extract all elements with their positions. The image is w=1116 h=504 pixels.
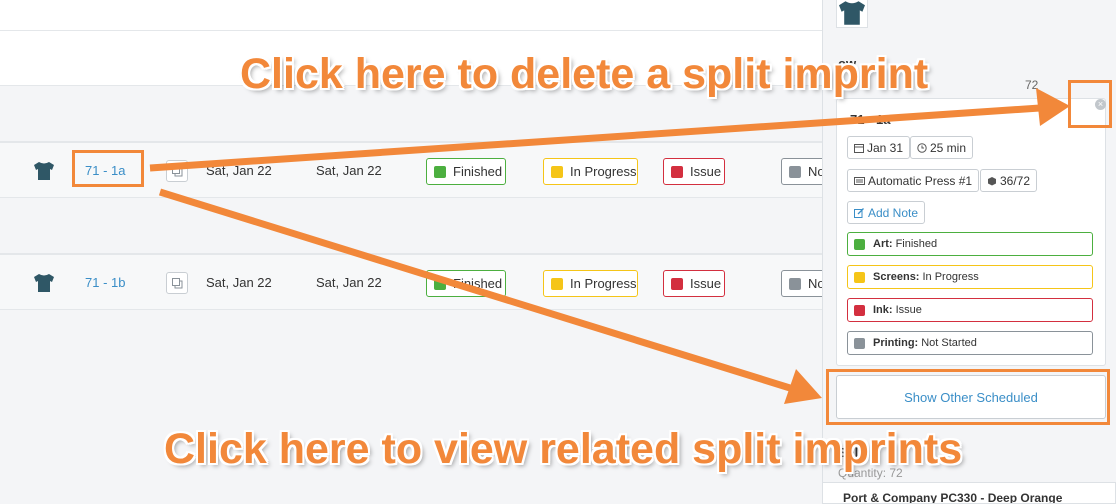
callout-delete: Click here to delete a split imprint	[240, 50, 929, 98]
callout-view: Click here to view related split imprint…	[164, 425, 963, 473]
arrow-line-delete	[149, 104, 1041, 172]
arrow-line-view	[158, 188, 792, 392]
arrowhead-delete	[1036, 88, 1070, 126]
